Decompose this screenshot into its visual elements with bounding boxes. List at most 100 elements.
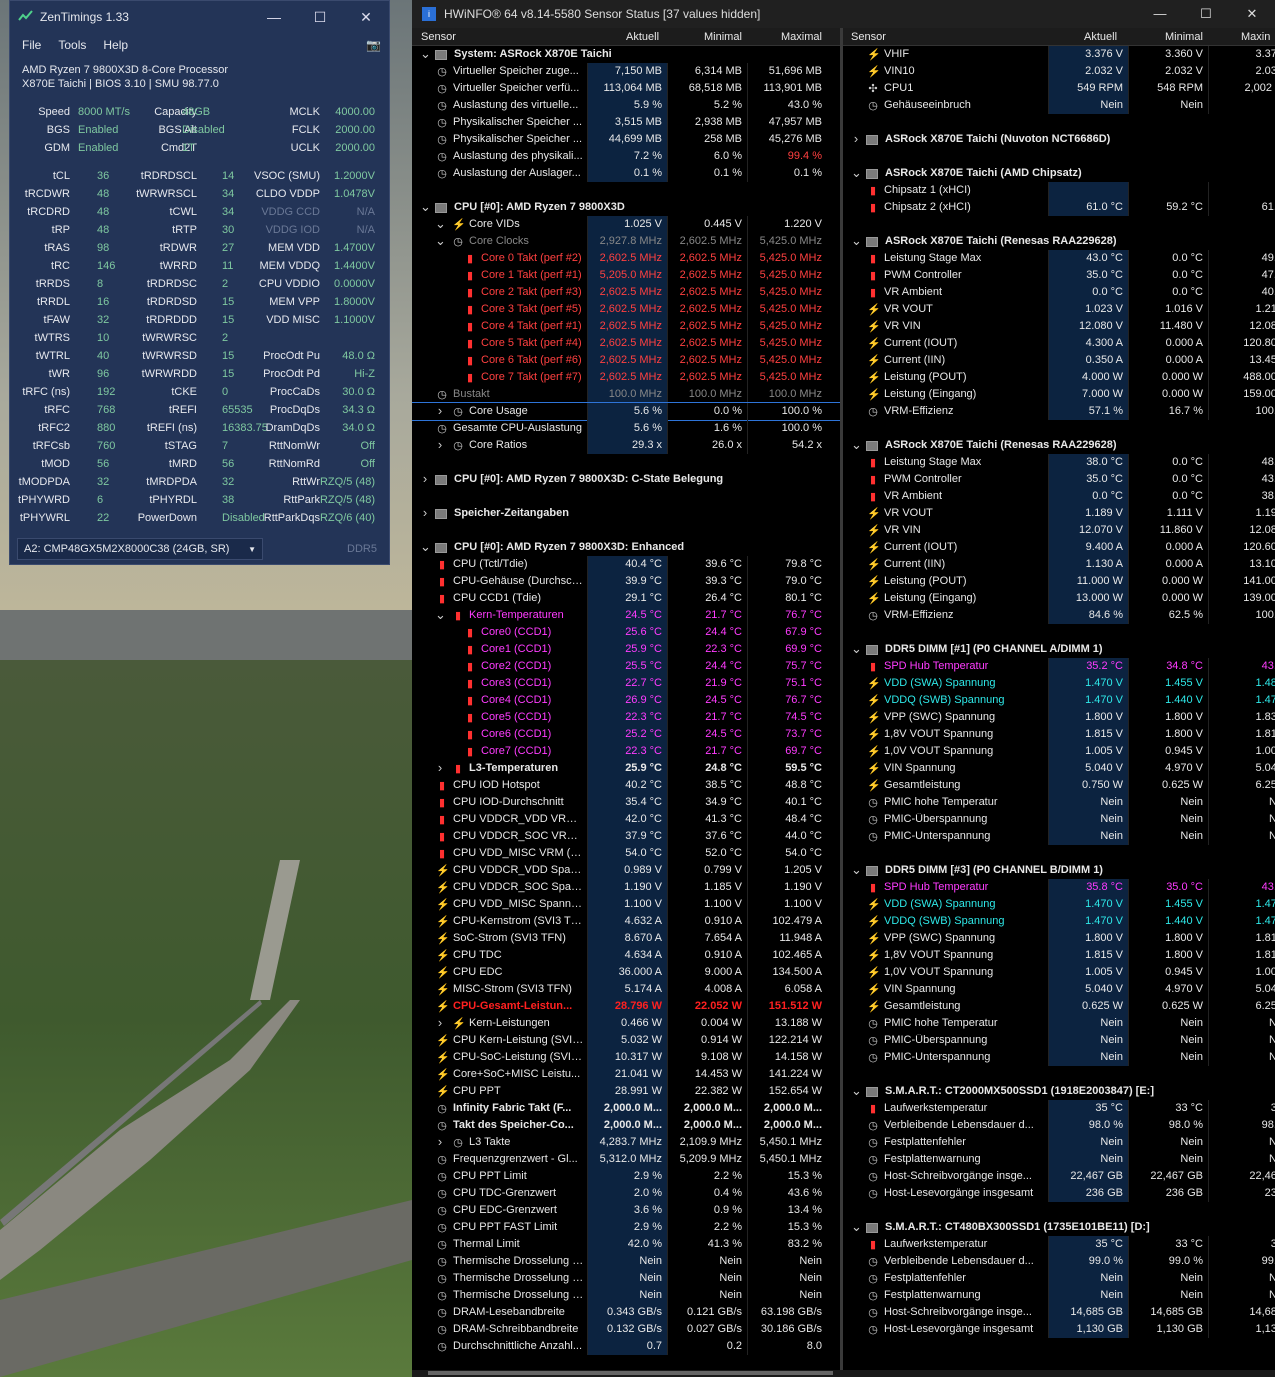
sensor-row[interactable]: ◷ VRM-Effizienz 57.1 %16.7 %100.0 bbox=[843, 403, 1275, 420]
sensor-row[interactable]: ◷FestplattenfehlerNeinNeinNe bbox=[843, 1270, 1275, 1287]
col-min[interactable]: Minimal bbox=[1165, 31, 1203, 43]
sensor-row[interactable]: ⚡VR VIN 12.070 V11.860 V12.080 bbox=[843, 522, 1275, 539]
sensor-row[interactable]: ⚡VIN102.032 V2.032 V2.032 bbox=[843, 63, 1275, 80]
sensor-row[interactable]: ◷ Physikalischer Speicher ... 44,699 MB 258… bbox=[412, 131, 840, 148]
sensor-row[interactable]: ▮ SPD Hub Temperatur 35.2 °C34.8 °C43.0 bbox=[843, 658, 1275, 675]
sensor-row[interactable]: ▮ CPU CCD1 (Tdie) 29.1 °C 26.4 °C 80.1 °C bbox=[412, 590, 840, 607]
sensor-row[interactable]: ▮ Leistung Stage Max 38.0 °C0.0 °C48.0 bbox=[843, 454, 1275, 471]
sensor-row[interactable]: › ⚡ Kern-Leistungen 0.466 W 0.004 W 13.188 W bbox=[412, 1015, 840, 1032]
sensor-row[interactable]: ⚡ CPU VDDCR_VDD Spann... 0.989 V 0.799 V 1.2… bbox=[412, 862, 840, 879]
expand-chevron-icon[interactable]: › bbox=[851, 131, 861, 146]
sensor-row[interactable]: ▮VR Ambient0.0 °C0.0 °C38.0 bbox=[843, 488, 1275, 505]
sensor-row[interactable]: ⚡Leistung (POUT) 4.000 W0.000 W488.000 bbox=[843, 369, 1275, 386]
expand-chevron-icon[interactable]: › bbox=[435, 1015, 445, 1030]
sensor-row[interactable]: ⚡VR VOUT 1.189 V1.111 V1.199 bbox=[843, 505, 1275, 522]
sensor-row[interactable]: ⚡1,8V VOUT Spannung 1.815 V1.800 V1.815 bbox=[843, 947, 1275, 964]
sensor-row[interactable]: ⚡VR VOUT 1.023 V1.016 V1.212 bbox=[843, 301, 1275, 318]
sensor-row[interactable]: ▮ Core 5 Takt (perf #4) 2,602.5 MHz 2,602.5… bbox=[412, 335, 840, 352]
sensor-row[interactable]: ⚡VIN Spannung 5.040 V4.970 V5.040 bbox=[843, 981, 1275, 998]
sensor-row[interactable]: ⚡Current (IIN) 1.130 A0.000 A13.100 bbox=[843, 556, 1275, 573]
sensor-group-header[interactable]: ⌄ S.M.A.R.T.: CT480BX300SSD1 (1735E101BE1… bbox=[843, 1219, 1275, 1236]
sensor-row[interactable]: ⚡Leistung (POUT) 11.000 W0.000 W141.000 bbox=[843, 573, 1275, 590]
maximize-button[interactable]: ☐ bbox=[297, 9, 343, 26]
sensor-row[interactable]: ◷PMIC hohe TemperaturNeinNeinNe bbox=[843, 794, 1275, 811]
sensor-row[interactable]: ⚡Gesamtleistung0.625 W0.625 W6.250 bbox=[843, 998, 1275, 1015]
sensor-row[interactable]: ◷ Thermische Drosselung (... Nein Nein Nein bbox=[412, 1270, 840, 1287]
hwinfo-titlebar[interactable]: i HWiNFO® 64 v8.14-5580 Sensor Status [3… bbox=[412, 0, 1275, 28]
sensor-row[interactable]: ▮ Core1 (CCD1) 25.9 °C 22.3 °C 69.9 °C bbox=[412, 641, 840, 658]
sensor-row[interactable]: ◷ Bustakt 100.0 MHz 100.0 MHz 100.0 MHz bbox=[412, 386, 840, 403]
sensor-row[interactable]: ◷PMIC hohe TemperaturNeinNeinNe bbox=[843, 1015, 1275, 1032]
sensor-row[interactable]: ◷ Host-Lesevorgänge insgesamt 1,130 GB 1,13… bbox=[843, 1321, 1275, 1338]
sensor-row[interactable]: ◷ CPU PPT FAST Limit 2.9 % 2.2 % 15.3 % bbox=[412, 1219, 840, 1236]
sensor-row[interactable]: ⚡Gesamtleistung 0.750 W0.625 W6.250 bbox=[843, 777, 1275, 794]
screenshot-camera-icon[interactable]: 📷 bbox=[366, 38, 381, 52]
scrollbar-thumb[interactable] bbox=[428, 1371, 833, 1375]
sensor-row[interactable]: ⚡ CPU EDC 36.000 A 9.000 A 134.500 A bbox=[412, 964, 840, 981]
sensor-group-header[interactable]: › Speicher-Zeitangaben bbox=[412, 505, 840, 522]
menu-file[interactable]: File bbox=[22, 38, 41, 52]
sensor-row[interactable]: ⚡ Leistung (Eingang) 13.000 W 0.000 W 139.00… bbox=[843, 590, 1275, 607]
sensor-row[interactable]: ▮ PWM Controller 35.0 °C0.0 °C43.0 bbox=[843, 471, 1275, 488]
sensor-row[interactable]: ⚡1,8V VOUT Spannung 1.815 V1.800 V1.815 bbox=[843, 726, 1275, 743]
sensor-row[interactable]: ▮ Core4 (CCD1) 26.9 °C 24.5 °C 76.7 °C bbox=[412, 692, 840, 709]
sensor-row[interactable]: ⚡ CPU-Gesamt-Leistun... 28.796 W 22.052 W 15… bbox=[412, 998, 840, 1015]
sensor-row[interactable]: ▮ Core 4 Takt (perf #1) 2,602.5 MHz 2,602.5… bbox=[412, 318, 840, 335]
sensor-row[interactable]: ▮ CPU-Gehäuse (Durchsch... 39.9 °C 39.3 °C 7… bbox=[412, 573, 840, 590]
sensor-row[interactable]: ⚡Current (IOUT) 9.400 A0.000 A120.600 bbox=[843, 539, 1275, 556]
menu-help[interactable]: Help bbox=[103, 38, 128, 52]
sensor-row[interactable]: › ◷ Core Usage 5.6 % 0.0 % 100.0 % bbox=[412, 402, 840, 421]
sensor-group-header[interactable]: ⌄ DDR5 DIMM [#3] (P0 CHANNEL B/DIMM 1) bbox=[843, 862, 1275, 879]
sensor-row[interactable]: ◷ Physikalischer Speicher ... 3,515 MB 2,93… bbox=[412, 114, 840, 131]
sensor-row[interactable]: ◷ Host-Schreibvorgänge insge... 14,685 GB 1… bbox=[843, 1304, 1275, 1321]
sensor-row[interactable]: ⚡VIN Spannung 5.040 V4.970 V5.040 bbox=[843, 760, 1275, 777]
expand-chevron-icon[interactable]: › bbox=[435, 1134, 445, 1149]
sensor-row[interactable]: ▮ Core 6 Takt (perf #6) 2,602.5 MHz 2,602.5… bbox=[412, 352, 840, 369]
col-current[interactable]: Aktuell bbox=[1084, 31, 1117, 43]
menu-tools[interactable]: Tools bbox=[58, 38, 86, 52]
sensor-row[interactable]: ◷PMIC-ÜberspannungNeinNeinNe bbox=[843, 811, 1275, 828]
sensor-row[interactable]: ◷ Verbleibende Lebensdauer d... 98.0 % 98.0… bbox=[843, 1117, 1275, 1134]
minimize-button[interactable]: — bbox=[251, 9, 297, 26]
sensor-row[interactable]: ▮ Core 3 Takt (perf #5) 2,602.5 MHz 2,602.5… bbox=[412, 301, 840, 318]
sensor-row[interactable]: ◷FestplattenwarnungNeinNeinNe bbox=[843, 1287, 1275, 1304]
close-button[interactable]: ✕ bbox=[1229, 6, 1275, 22]
sensor-row[interactable]: ▮ Core 1 Takt (perf #1) 5,205.0 MHz 2,602.5… bbox=[412, 267, 840, 284]
sensor-group-header[interactable]: ⌄ CPU [#0]: AMD Ryzen 7 9800X3D: Enhanced bbox=[412, 539, 840, 556]
sensor-row[interactable]: ◷ Takt des Speicher-Co... 2,000.0 M... 2,00… bbox=[412, 1117, 840, 1134]
sensor-row[interactable]: ⚡ CPU PPT 28.991 W 22.382 W 152.654 W bbox=[412, 1083, 840, 1100]
sensor-row[interactable]: ▮ Core2 (CCD1) 25.5 °C 24.4 °C 75.7 °C bbox=[412, 658, 840, 675]
sensor-group-header[interactable]: ⌄ ASRock X870E Taichi (Renesas RAA229628) bbox=[843, 233, 1275, 250]
sensor-row[interactable]: ⚡ SoC-Strom (SVI3 TFN) 8.670 A 7.654 A 11.94… bbox=[412, 930, 840, 947]
sensor-row[interactable]: ◷ VRM-Effizienz 84.6 %62.5 %100.0 bbox=[843, 607, 1275, 624]
sensor-row[interactable]: ◷ Gesamte CPU-Auslastung 5.6 % 1.6 % 100.0 % bbox=[412, 420, 840, 437]
sensor-row[interactable]: ▮ Chipsatz 1 (xHCI) bbox=[843, 182, 1275, 199]
sensor-row[interactable]: ⚡VPP (SWC) Spannung1.800 V1.800 V1.830 bbox=[843, 709, 1275, 726]
dimm-select[interactable]: A2: CMP48GX5M2X8000C38 (24GB, SR) ▼ bbox=[17, 538, 263, 560]
sensor-row[interactable]: ◷ CPU EDC-Grenzwert 3.6 % 0.9 % 13.4 % bbox=[412, 1202, 840, 1219]
sensor-row[interactable]: ◷PMIC-UnterspannungNeinNeinNe bbox=[843, 1049, 1275, 1066]
sensor-row[interactable]: ◷ Host-Lesevorgänge insgesamt 236 GB 236 GB… bbox=[843, 1185, 1275, 1202]
col-sensor[interactable]: Sensor bbox=[421, 31, 456, 43]
sensor-row[interactable]: ◷ Infinity Fabric Takt (F... 2,000.0 M... 2… bbox=[412, 1100, 840, 1117]
sensor-row[interactable]: ▮ CPU VDDCR_VDD VRM (... 42.0 °C 41.3 °C 48.… bbox=[412, 811, 840, 828]
sensor-row[interactable]: ▮ CPU VDDCR_SOC VRM (... 37.9 °C 37.6 °C 44.… bbox=[412, 828, 840, 845]
sensor-row[interactable]: ▮ Core7 (CCD1) 22.3 °C 21.7 °C 69.7 °C bbox=[412, 743, 840, 760]
collapse-chevron-icon[interactable]: ⌄ bbox=[420, 199, 431, 215]
sensor-row[interactable]: ⚡VDD (SWA) Spannung 1.470 V1.455 V1.485 bbox=[843, 675, 1275, 692]
collapse-chevron-icon[interactable]: ⌄ bbox=[851, 233, 862, 249]
sensor-row[interactable]: ▮ Laufwerkstemperatur 35 °C33 °C36 bbox=[843, 1236, 1275, 1253]
col-sensor[interactable]: Sensor bbox=[851, 31, 886, 43]
sensor-row[interactable]: ◷ Thermische Drosselung (... Nein Nein Nein bbox=[412, 1253, 840, 1270]
expand-chevron-icon[interactable]: › bbox=[435, 437, 445, 452]
sensor-row[interactable]: ◷ Verbleibende Lebensdauer d... 99.0 % 99.0… bbox=[843, 1253, 1275, 1270]
sensor-row[interactable]: ▮ CPU IOD-Durchschnitt 35.4 °C 34.9 °C 40.1 … bbox=[412, 794, 840, 811]
sensor-row[interactable]: ▮ PWM Controller 35.0 °C0.0 °C47.0 bbox=[843, 267, 1275, 284]
sensor-row[interactable]: ⚡Leistung (Eingang) 7.000 W0.000 W159.000 bbox=[843, 386, 1275, 403]
sensor-row[interactable]: ◷ DRAM-Lesebandbreite 0.343 GB/s 0.121 GB/s… bbox=[412, 1304, 840, 1321]
sensor-row[interactable]: ⚡ Core+SoC+MISC Leistu... 21.041 W 14.453 W… bbox=[412, 1066, 840, 1083]
sensor-row[interactable]: ⚡ CPU TDC 4.634 A 0.910 A 102.465 A bbox=[412, 947, 840, 964]
sensor-row[interactable]: ▮ Laufwerkstemperatur 35 °C33 °C35 bbox=[843, 1100, 1275, 1117]
collapse-chevron-icon[interactable]: ⌄ bbox=[420, 46, 431, 62]
expand-chevron-icon[interactable]: › bbox=[420, 471, 430, 486]
